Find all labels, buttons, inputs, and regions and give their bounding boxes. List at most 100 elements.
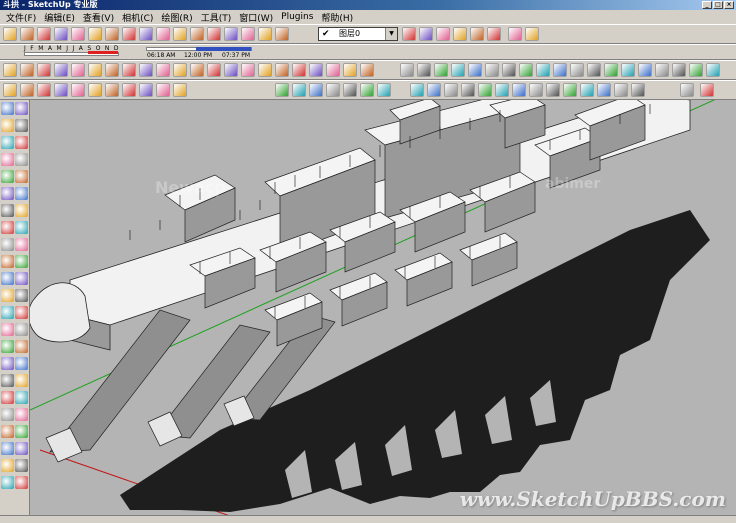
- toolbar-button[interactable]: [224, 63, 238, 77]
- tool-button[interactable]: [1, 119, 14, 132]
- model-canvas[interactable]: [30, 100, 736, 516]
- toolbar-button[interactable]: [156, 27, 170, 41]
- toolbar-button[interactable]: [706, 63, 720, 77]
- tool-button[interactable]: [1, 425, 14, 438]
- toolbar-button[interactable]: [20, 27, 34, 41]
- menu-view[interactable]: 查看(V): [79, 11, 118, 24]
- toolbar-button[interactable]: [88, 27, 102, 41]
- toolbar-button[interactable]: [173, 27, 187, 41]
- toolbar-button[interactable]: [444, 83, 458, 97]
- toolbar-button[interactable]: [614, 83, 628, 97]
- toolbar-button[interactable]: [241, 27, 255, 41]
- toolbar-button[interactable]: [3, 63, 17, 77]
- tool-button[interactable]: [15, 391, 28, 404]
- tool-button[interactable]: [15, 357, 28, 370]
- toolbar-button[interactable]: [292, 63, 306, 77]
- toolbar-button[interactable]: [512, 83, 526, 97]
- maximize-button[interactable]: □: [713, 1, 723, 9]
- tool-button[interactable]: [1, 170, 14, 183]
- toolbar-button[interactable]: [105, 27, 119, 41]
- toolbar-button[interactable]: [190, 27, 204, 41]
- toolbar-button[interactable]: [495, 83, 509, 97]
- tool-button[interactable]: [15, 476, 28, 489]
- toolbar-button[interactable]: [71, 63, 85, 77]
- tool-button[interactable]: [1, 136, 14, 149]
- toolbar-button[interactable]: [672, 63, 686, 77]
- tool-button[interactable]: [1, 289, 14, 302]
- tool-button[interactable]: [15, 374, 28, 387]
- menu-draw[interactable]: 绘图(R): [157, 11, 196, 24]
- toolbar-button[interactable]: [3, 27, 17, 41]
- toolbar-button[interactable]: [122, 27, 136, 41]
- toolbar-button[interactable]: [553, 63, 567, 77]
- tool-button[interactable]: [1, 374, 14, 387]
- tool-button[interactable]: [1, 153, 14, 166]
- toolbar-button[interactable]: [190, 63, 204, 77]
- minimize-button[interactable]: _: [702, 1, 712, 9]
- tool-button[interactable]: [15, 255, 28, 268]
- toolbar-button[interactable]: [156, 83, 170, 97]
- layer-dropdown[interactable]: ✔ 图层0 ▼: [318, 27, 398, 41]
- tool-button[interactable]: [1, 204, 14, 217]
- toolbar-button[interactable]: [20, 83, 34, 97]
- modeling-viewport[interactable]: Newacp abimer www.SketchUpBBS.com: [30, 100, 736, 516]
- menu-camera[interactable]: 相机(C): [118, 11, 157, 24]
- toolbar-button[interactable]: [419, 27, 433, 41]
- toolbar-button[interactable]: [173, 63, 187, 77]
- toolbar-button[interactable]: [88, 83, 102, 97]
- tool-button[interactable]: [1, 476, 14, 489]
- tool-button[interactable]: [15, 323, 28, 336]
- toolbar-button[interactable]: [139, 27, 153, 41]
- toolbar-button[interactable]: [377, 83, 391, 97]
- toolbar-button[interactable]: [54, 83, 68, 97]
- toolbar-button[interactable]: [275, 83, 289, 97]
- toolbar-button[interactable]: [519, 63, 533, 77]
- tool-button[interactable]: [15, 170, 28, 183]
- toolbar-button[interactable]: [37, 63, 51, 77]
- toolbar-button[interactable]: [360, 83, 374, 97]
- toolbar-button[interactable]: [546, 83, 560, 97]
- toolbar-button[interactable]: [275, 27, 289, 41]
- toolbar-button[interactable]: [105, 83, 119, 97]
- tool-button[interactable]: [15, 289, 28, 302]
- toolbar-button[interactable]: [689, 63, 703, 77]
- tool-button[interactable]: [1, 306, 14, 319]
- toolbar-button[interactable]: [587, 63, 601, 77]
- toolbar-button[interactable]: [326, 63, 340, 77]
- toolbar-button[interactable]: [487, 27, 501, 41]
- toolbar-button[interactable]: [3, 83, 17, 97]
- tool-button[interactable]: [1, 102, 14, 115]
- toolbar-button[interactable]: [631, 83, 645, 97]
- tool-button[interactable]: [15, 136, 28, 149]
- chevron-down-icon[interactable]: ▼: [385, 28, 397, 40]
- tool-button[interactable]: [15, 204, 28, 217]
- menu-tools[interactable]: 工具(T): [197, 11, 236, 24]
- tool-button[interactable]: [1, 187, 14, 200]
- tool-button[interactable]: [15, 306, 28, 319]
- tool-button[interactable]: [15, 102, 28, 115]
- tool-button[interactable]: [1, 391, 14, 404]
- toolbar-button[interactable]: [37, 27, 51, 41]
- toolbar-button[interactable]: [71, 27, 85, 41]
- toolbar-button[interactable]: [71, 83, 85, 97]
- toolbar-button[interactable]: [461, 83, 475, 97]
- toolbar-button[interactable]: [508, 27, 522, 41]
- tool-button[interactable]: [15, 408, 28, 421]
- tool-button[interactable]: [1, 255, 14, 268]
- tool-button[interactable]: [15, 187, 28, 200]
- toolbar-button[interactable]: [360, 63, 374, 77]
- toolbar-button[interactable]: [139, 83, 153, 97]
- toolbar-button[interactable]: [451, 63, 465, 77]
- toolbar-button[interactable]: [434, 63, 448, 77]
- toolbar-button[interactable]: [485, 63, 499, 77]
- toolbar-button[interactable]: [309, 63, 323, 77]
- toolbar-button[interactable]: [54, 63, 68, 77]
- toolbar-button[interactable]: [470, 27, 484, 41]
- toolbar-button[interactable]: [402, 27, 416, 41]
- tool-button[interactable]: [1, 408, 14, 421]
- toolbar-button[interactable]: [621, 63, 635, 77]
- toolbar-button[interactable]: [400, 63, 414, 77]
- tool-button[interactable]: [1, 323, 14, 336]
- menu-plugins[interactable]: Plugins: [277, 12, 317, 22]
- menu-edit[interactable]: 编辑(E): [40, 11, 79, 24]
